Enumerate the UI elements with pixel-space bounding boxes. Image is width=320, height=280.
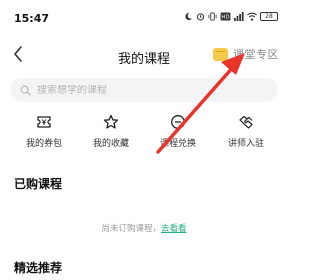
coupon-icon [37, 116, 51, 128]
quick-link-label: 讲师入驻 [227, 139, 264, 149]
empty-purchased-hint: 尚未订购课程，去看看 [0, 222, 288, 234]
exchange-icon [171, 115, 185, 129]
moon-icon [185, 12, 193, 21]
quick-links: 我的券包 我的收藏 课程兑换 讲师入驻 [0, 114, 288, 160]
status-time: 15:47 [14, 12, 50, 25]
empty-purchased-text: 尚未订购课程， [101, 224, 161, 234]
quick-link-coupons[interactable]: 我的券包 [8, 114, 80, 149]
quick-link-label: 我的券包 [25, 139, 62, 149]
battery-icon: 28 [260, 12, 278, 21]
classroom-zone-label: 课堂专区 [233, 48, 279, 61]
nav-bar: 我的课程 课堂专区 [0, 36, 288, 72]
quick-link-lecturer[interactable]: 讲师入驻 [210, 114, 282, 149]
purchased-courses-title: 已购课程 [14, 177, 63, 191]
quick-link-exchange[interactable]: 课程兑换 [142, 114, 214, 149]
browse-courses-link[interactable]: 去看看 [161, 224, 187, 234]
hd-icon: HD [220, 12, 231, 21]
vibrate-icon [208, 12, 217, 21]
alarm-icon [196, 13, 205, 21]
recommended-title: 精选推荐 [14, 261, 63, 275]
quick-link-label: 我的收藏 [92, 139, 129, 149]
search-bar[interactable] [10, 78, 278, 102]
status-bar: 15:47 HD 28 [0, 0, 288, 32]
classroom-icon [213, 47, 228, 61]
classroom-zone-button[interactable]: 课堂专区 [213, 46, 279, 62]
handshake-icon [239, 115, 253, 129]
quick-link-favorites[interactable]: 我的收藏 [75, 114, 147, 149]
wifi-icon [247, 12, 257, 21]
svg-text:HD: HD [221, 15, 229, 21]
quick-link-label: 课程兑换 [159, 139, 196, 149]
star-icon [103, 114, 119, 129]
search-input[interactable] [37, 84, 237, 96]
status-icons: HD 28 [184, 12, 278, 21]
signal-icon [234, 12, 244, 21]
search-icon [20, 85, 31, 96]
